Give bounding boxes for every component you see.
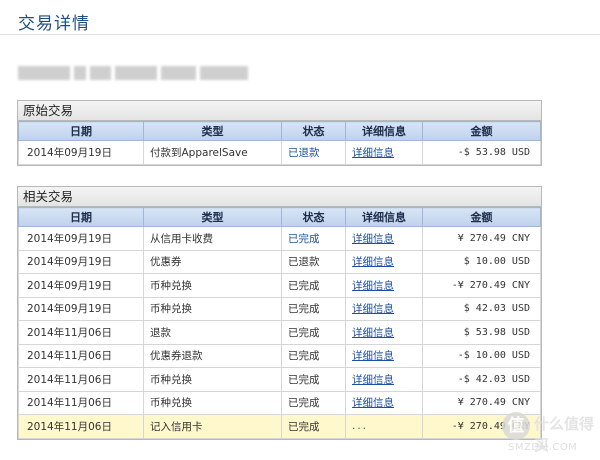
detail-link[interactable]: 详细信息 bbox=[352, 256, 394, 268]
table-row: 2014年11月06日 退款 已完成 详细信息 $ 53.98 USD bbox=[18, 320, 541, 345]
status-link[interactable]: 已退款 bbox=[288, 147, 320, 159]
row-detail-cell: 详细信息 bbox=[345, 390, 423, 415]
row-date: 2014年11月06日 bbox=[18, 343, 144, 368]
row-type: 优惠券退款 bbox=[143, 343, 282, 368]
row-amount: $ 10.00 USD bbox=[422, 249, 541, 274]
table-row: 2014年11月06日 优惠券退款 已完成 详细信息 -$ 10.00 USD bbox=[18, 343, 541, 368]
row-type: 币种兑换 bbox=[143, 273, 282, 298]
table-header-row: 日期 类型 状态 详细信息 金额 bbox=[18, 121, 541, 141]
row-status-cell: 已退款 bbox=[281, 140, 346, 165]
row-status-cell: 已完成 bbox=[281, 226, 346, 251]
redacted-account-info bbox=[18, 66, 248, 82]
row-amount: -¥ 270.49 CNY bbox=[422, 273, 541, 298]
row-type: 从信用卡收费 bbox=[143, 226, 282, 251]
row-date: 2014年09月19日 bbox=[18, 249, 144, 274]
detail-link[interactable]: 详细信息 bbox=[352, 327, 394, 339]
column-header-type: 类型 bbox=[143, 207, 282, 227]
column-header-amount: 金额 bbox=[422, 207, 541, 227]
title-divider bbox=[0, 34, 600, 35]
watermark-logo: 值 什么值得买 SMZDM.COM bbox=[502, 408, 594, 456]
row-status: 已完成 bbox=[281, 320, 346, 345]
row-detail-cell: ... bbox=[345, 414, 423, 439]
detail-link[interactable]: 详细信息 bbox=[352, 303, 394, 315]
row-status: 已完成 bbox=[281, 343, 346, 368]
row-date: 2014年09月19日 bbox=[18, 140, 144, 165]
column-header-amount: 金额 bbox=[422, 121, 541, 141]
status-link[interactable]: 已完成 bbox=[288, 233, 320, 245]
row-date: 2014年11月06日 bbox=[18, 320, 144, 345]
related-transactions-section: 相关交易 日期 类型 状态 详细信息 金额 2014年09月19日 从信用卡收费… bbox=[17, 186, 542, 440]
watermark-glyph: 值 bbox=[502, 412, 530, 440]
column-header-date: 日期 bbox=[18, 207, 144, 227]
row-detail-cell: 详细信息 bbox=[345, 249, 423, 274]
table-row-highlighted: 2014年11月06日 记入信用卡 已完成 ... -¥ 270.49 CNY bbox=[18, 414, 541, 439]
watermark-subtext: SMZDM.COM bbox=[508, 442, 578, 453]
row-date: 2014年11月06日 bbox=[18, 414, 144, 439]
column-header-detail: 详细信息 bbox=[345, 121, 423, 141]
section-title: 相关交易 bbox=[18, 187, 541, 207]
table-row: 2014年09月19日 从信用卡收费 已完成 详细信息 ¥ 270.49 CNY bbox=[18, 226, 541, 251]
table-row: 2014年09月19日 币种兑换 已完成 详细信息 -¥ 270.49 CNY bbox=[18, 273, 541, 298]
detail-ellipsis: ... bbox=[352, 420, 369, 433]
table-row: 2014年09月19日 优惠券 已退款 详细信息 $ 10.00 USD bbox=[18, 249, 541, 274]
row-amount: -$ 10.00 USD bbox=[422, 343, 541, 368]
row-detail-cell: 详细信息 bbox=[345, 367, 423, 392]
row-detail-cell: 详细信息 bbox=[345, 140, 423, 165]
table-row: 2014年09月19日 付款到ApparelSave 已退款 详细信息 -$ 5… bbox=[18, 140, 541, 165]
row-status: 已完成 bbox=[281, 273, 346, 298]
row-detail-cell: 详细信息 bbox=[345, 320, 423, 345]
row-detail-cell: 详细信息 bbox=[345, 343, 423, 368]
row-amount: -$ 53.98 USD bbox=[422, 140, 541, 165]
detail-link[interactable]: 详细信息 bbox=[352, 147, 394, 159]
detail-link[interactable]: 详细信息 bbox=[352, 233, 394, 245]
row-status: 已完成 bbox=[281, 414, 346, 439]
row-type: 优惠券 bbox=[143, 249, 282, 274]
row-type: 付款到ApparelSave bbox=[143, 140, 282, 165]
detail-link[interactable]: 详细信息 bbox=[352, 280, 394, 292]
table-row: 2014年09月19日 币种兑换 已完成 详细信息 $ 42.03 USD bbox=[18, 296, 541, 321]
row-status: 已退款 bbox=[281, 249, 346, 274]
row-type: 退款 bbox=[143, 320, 282, 345]
original-transaction-table: 日期 类型 状态 详细信息 金额 2014年09月19日 付款到ApparelS… bbox=[18, 121, 541, 165]
column-header-detail: 详细信息 bbox=[345, 207, 423, 227]
table-row: 2014年11月06日 币种兑换 已完成 详细信息 -$ 42.03 USD bbox=[18, 367, 541, 392]
original-transaction-section: 原始交易 日期 类型 状态 详细信息 金额 2014年09月19日 付款到App… bbox=[17, 100, 542, 166]
row-status: 已完成 bbox=[281, 367, 346, 392]
row-status: 已完成 bbox=[281, 390, 346, 415]
row-date: 2014年09月19日 bbox=[18, 296, 144, 321]
page-title: 交易详情 bbox=[18, 14, 90, 34]
detail-link[interactable]: 详细信息 bbox=[352, 350, 394, 362]
section-title: 原始交易 bbox=[18, 101, 541, 121]
column-header-status: 状态 bbox=[281, 207, 346, 227]
row-status: 已完成 bbox=[281, 296, 346, 321]
row-type: 记入信用卡 bbox=[143, 414, 282, 439]
related-transactions-table: 日期 类型 状态 详细信息 金额 2014年09月19日 从信用卡收费 已完成 … bbox=[18, 207, 541, 439]
row-amount: $ 53.98 USD bbox=[422, 320, 541, 345]
row-detail-cell: 详细信息 bbox=[345, 273, 423, 298]
row-amount: $ 42.03 USD bbox=[422, 296, 541, 321]
row-detail-cell: 详细信息 bbox=[345, 226, 423, 251]
row-date: 2014年11月06日 bbox=[18, 390, 144, 415]
row-date: 2014年11月06日 bbox=[18, 367, 144, 392]
column-header-date: 日期 bbox=[18, 121, 144, 141]
row-detail-cell: 详细信息 bbox=[345, 296, 423, 321]
table-row: 2014年11月06日 币种兑换 已完成 详细信息 ¥ 270.49 CNY bbox=[18, 390, 541, 415]
row-date: 2014年09月19日 bbox=[18, 273, 144, 298]
row-type: 币种兑换 bbox=[143, 367, 282, 392]
column-header-status: 状态 bbox=[281, 121, 346, 141]
row-date: 2014年09月19日 bbox=[18, 226, 144, 251]
detail-link[interactable]: 详细信息 bbox=[352, 374, 394, 386]
table-header-row: 日期 类型 状态 详细信息 金额 bbox=[18, 207, 541, 227]
column-header-type: 类型 bbox=[143, 121, 282, 141]
row-type: 币种兑换 bbox=[143, 390, 282, 415]
detail-link[interactable]: 详细信息 bbox=[352, 397, 394, 409]
row-type: 币种兑换 bbox=[143, 296, 282, 321]
row-amount: ¥ 270.49 CNY bbox=[422, 226, 541, 251]
row-amount: -$ 42.03 USD bbox=[422, 367, 541, 392]
